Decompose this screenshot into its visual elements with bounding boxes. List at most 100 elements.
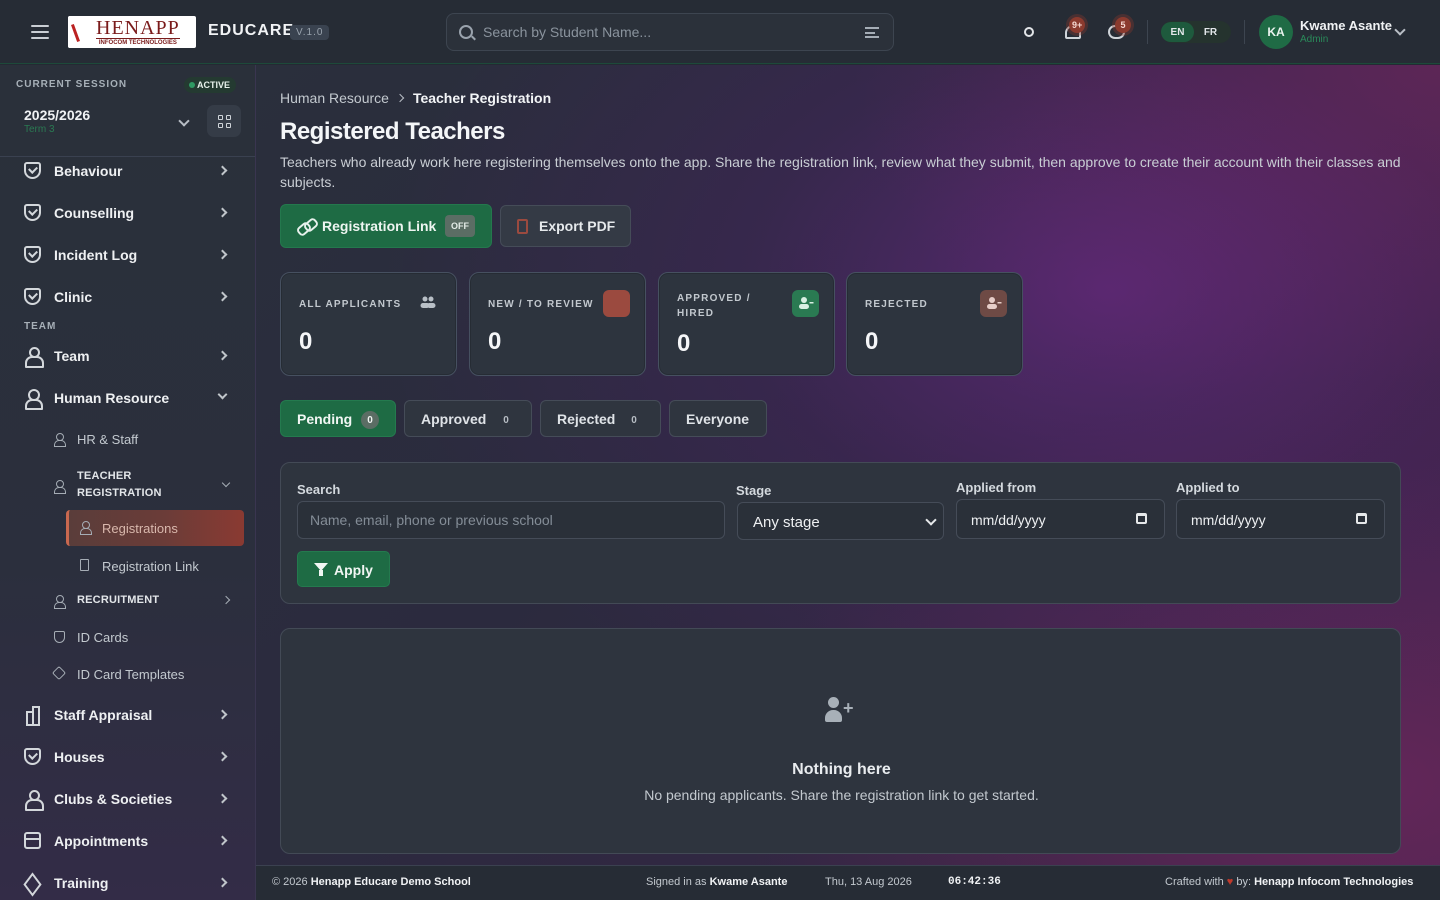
sidebar-item-human-resource[interactable]: Human Resource (0, 378, 255, 418)
henapp-logo[interactable]: HENAPP INFOCOM TECHNOLOGIES (68, 16, 196, 48)
session-chevron-down-icon[interactable] (178, 115, 190, 127)
sidebar-item-houses[interactable]: Houses (0, 737, 255, 777)
divider (1244, 20, 1245, 44)
sidebar-item-team[interactable]: Team (0, 336, 255, 376)
sidebar-subitem-id-card-templates[interactable]: ID Card Templates (0, 657, 255, 691)
footer-copyright: © 2026 Henapp Educare Demo School (272, 876, 471, 888)
tab-pending[interactable]: Pending 0 (280, 400, 396, 437)
footer-credit: Crafted with ♥ by: Henapp Infocom Techno… (1165, 876, 1414, 888)
sidebar-item-label: Team (54, 348, 90, 364)
session-year[interactable]: 2025/2026 (24, 107, 90, 123)
stage-select[interactable]: Any stage (737, 502, 944, 540)
stat-label: ALL APPLICANTS (299, 299, 402, 310)
sidebar-item-appointments[interactable]: Appointments (0, 821, 255, 861)
sidebar-item-label: Incident Log (54, 247, 138, 263)
stat-value: 0 (299, 328, 313, 355)
registration-link-label: Registration Link (322, 218, 437, 234)
messages-chat-icon[interactable]: 5 (1107, 17, 1131, 42)
sidebar-item-label: Appointments (54, 833, 149, 849)
sidebar-item-staff-appraisal[interactable]: Staff Appraisal (0, 695, 255, 735)
section-label-team: TEAM (24, 321, 57, 332)
user-icon (54, 480, 66, 494)
tab-rejected[interactable]: Rejected 0 (540, 400, 661, 437)
avatar[interactable]: KA (1259, 15, 1293, 49)
applied-to-date-input[interactable]: mm/dd/yyyy (1176, 499, 1385, 539)
empty-state-panel: + Nothing here No pending applicants. Sh… (280, 628, 1401, 854)
calendar-icon[interactable] (1356, 513, 1367, 524)
sidebar-subitem-registrations[interactable]: Registrations (0, 510, 255, 546)
user-name[interactable]: Kwame Asante (1300, 18, 1392, 33)
filter-funnel-icon (314, 563, 328, 576)
filter-lines-icon[interactable] (865, 27, 879, 38)
sidebar-subitem-registration-link[interactable]: Registration Link (0, 548, 255, 584)
sidebar-item-label: Clubs & Societies (54, 791, 173, 807)
team-icon (24, 347, 44, 368)
footer-date: Thu, 13 Aug 2026 (825, 876, 912, 888)
sidebar-subitem-label: Registration Link (102, 559, 199, 574)
theme-toggle-sun-icon[interactable] (1020, 23, 1038, 41)
chevron-right-icon (395, 93, 405, 103)
sidebar-item-label: Training (54, 875, 109, 891)
student-search-input[interactable] (483, 20, 853, 44)
tab-label: Everyone (686, 411, 750, 427)
sidebar-item-incident-log[interactable]: Incident Log (0, 235, 255, 275)
footer-clock: 06:42:36 (948, 876, 1001, 888)
sidebar-item-counselling[interactable]: Counselling (0, 193, 255, 233)
sidebar-subitem-recruitment[interactable]: RECRUITMENT (0, 584, 255, 618)
stat-label: NEW / TO REVIEW (488, 299, 594, 310)
sidebar-item-label: Houses (54, 749, 105, 765)
lang-fr-button[interactable]: FR (1194, 22, 1227, 42)
sidebar-subitem-teacher-registration[interactable]: TEACHER REGISTRATION (0, 466, 255, 506)
logo-subtext: INFOCOM TECHNOLOGIES (98, 40, 177, 46)
calendar-icon[interactable] (1136, 513, 1147, 524)
language-switch: EN FR (1161, 21, 1231, 43)
tab-approved[interactable]: Approved 0 (404, 400, 532, 437)
link-status-badge: OFF (445, 215, 475, 237)
applied-from-date-input[interactable]: mm/dd/yyyy (956, 499, 1165, 539)
version-badge: V.1.0 (290, 25, 330, 40)
sidebar-item-training[interactable]: Training (0, 863, 255, 900)
stat-label: REJECTED (865, 299, 928, 310)
chevron-right-icon (217, 291, 228, 302)
student-search (446, 13, 894, 51)
sidebar-subitem-hr-staff[interactable]: HR & Staff (0, 422, 255, 456)
lang-en-button[interactable]: EN (1161, 22, 1194, 42)
stat-value: 0 (865, 328, 879, 355)
sidebar-item-behaviour[interactable]: Behaviour (0, 151, 255, 191)
user-icon (80, 521, 92, 535)
users-icon (420, 295, 436, 309)
shield-icon (54, 631, 65, 643)
breadcrumb-parent[interactable]: Human Resource (280, 90, 389, 106)
menu-toggle-icon[interactable] (30, 22, 50, 42)
user-menu-chevron-down-icon[interactable] (1394, 24, 1406, 36)
applicant-search-input[interactable] (297, 501, 725, 539)
sidebar-item-label: Human Resource (54, 390, 170, 406)
notifications-bell-icon[interactable]: 9+ (1063, 17, 1086, 42)
export-pdf-button[interactable]: Export PDF (500, 205, 631, 247)
session-status-badge: ACTIVE (184, 77, 237, 93)
graduation-cap-icon (24, 874, 41, 891)
export-pdf-label: Export PDF (539, 218, 616, 234)
chevron-down-icon (221, 478, 231, 488)
logo-text: HENAPP (96, 17, 180, 39)
notifications-count-badge: 9+ (1069, 17, 1086, 33)
top-bar: HENAPP INFOCOM TECHNOLOGIES EDUCARE V.1.… (0, 0, 1440, 64)
filter-panel: Search Stage Any stage Applied from mm/d… (280, 462, 1401, 604)
user-check-icon (792, 290, 819, 317)
sidebar-item-clinic[interactable]: Clinic (0, 277, 255, 317)
session-label: CURRENT SESSION (16, 79, 128, 90)
calendar-icon (24, 832, 41, 849)
apps-grid-button[interactable] (207, 105, 241, 137)
breadcrumb-current: Teacher Registration (412, 90, 552, 106)
footer-company[interactable]: Henapp Infocom Technologies (1254, 876, 1413, 888)
chevron-right-icon (217, 793, 228, 804)
tab-label: Pending (297, 411, 353, 427)
sidebar-item-clubs-societies[interactable]: Clubs & Societies (0, 779, 255, 819)
heart-icon: ♥ (1226, 876, 1234, 888)
tab-everyone[interactable]: Everyone (669, 400, 767, 437)
registration-link-button[interactable]: Registration Link OFF (280, 204, 492, 248)
sidebar-subitem-id-cards[interactable]: ID Cards (0, 620, 255, 654)
plus-icon: + (843, 698, 854, 718)
apply-filters-button[interactable]: Apply (297, 551, 390, 587)
applied-to-label: Applied to (1176, 480, 1240, 495)
